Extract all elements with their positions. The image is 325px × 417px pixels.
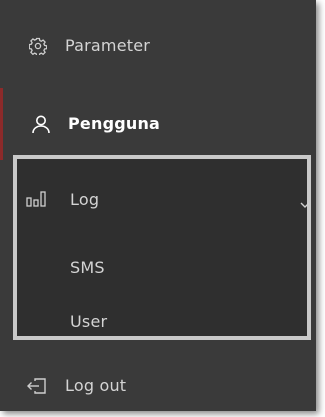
sidebar-item-label: Pengguna xyxy=(68,114,161,133)
active-indicator xyxy=(0,88,3,160)
sidebar-menu: Parameter Pengguna Log SMS User Log out xyxy=(0,0,316,411)
submenu-item-label: SMS xyxy=(70,258,105,277)
sidebar-item-label: Log xyxy=(70,190,100,209)
chevron-down-icon xyxy=(300,194,310,213)
sidebar-item-label: Log out xyxy=(65,376,127,395)
sidebar-item-logout[interactable]: Log out xyxy=(0,362,316,406)
submenu-item-user[interactable]: User xyxy=(0,300,316,346)
sidebar-item-log[interactable]: Log xyxy=(0,170,316,226)
logout-icon xyxy=(27,377,47,399)
sidebar-item-parameter[interactable]: Parameter xyxy=(0,20,316,74)
submenu-item-sms[interactable]: SMS xyxy=(0,246,316,292)
user-icon xyxy=(31,114,51,138)
submenu-item-label: User xyxy=(70,312,108,331)
gear-icon xyxy=(28,37,48,59)
bar-chart-icon xyxy=(26,191,46,211)
sidebar-item-label: Parameter xyxy=(65,36,151,55)
sidebar-item-pengguna[interactable]: Pengguna xyxy=(0,88,316,160)
